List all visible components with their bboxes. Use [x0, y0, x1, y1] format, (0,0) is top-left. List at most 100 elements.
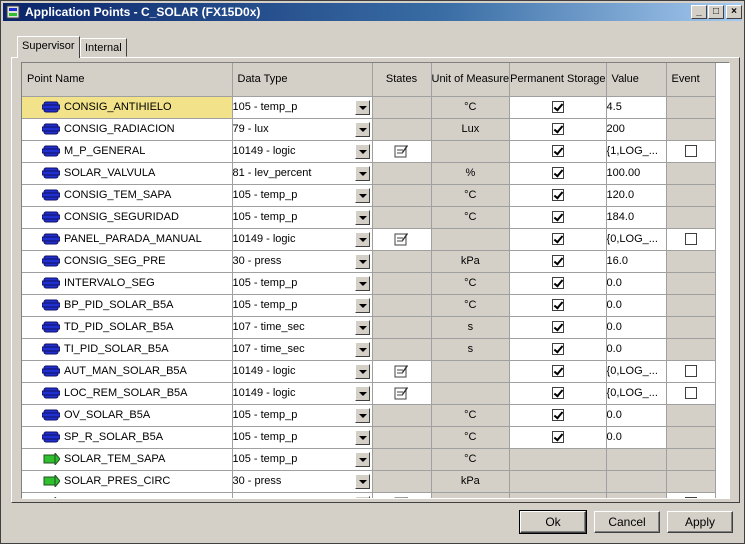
data-type-select[interactable]: 107 - time_sec	[232, 316, 373, 339]
permanent-storage-cell[interactable]	[509, 294, 607, 317]
value-cell[interactable]: 0.0	[606, 272, 667, 295]
states-cell[interactable]	[372, 140, 432, 163]
chevron-down-icon[interactable]	[354, 143, 370, 159]
point-name-cell[interactable]: CONSIG_SEGURIDAD	[22, 206, 233, 229]
cancel-button[interactable]: Cancel	[594, 511, 660, 533]
chevron-down-icon[interactable]	[354, 319, 370, 335]
point-name-cell[interactable]: SOLAR_PRES_CIRC	[22, 470, 233, 493]
value-cell[interactable]: 100.00	[606, 162, 667, 185]
permanent-storage-cell[interactable]	[509, 206, 607, 229]
value-cell[interactable]: 0.0	[606, 404, 667, 427]
permanent-storage-cell[interactable]	[509, 272, 607, 295]
col-permanent-storage[interactable]: Permanent Storage	[509, 63, 607, 97]
col-unit-of-measure[interactable]: Unit of Measure	[431, 63, 511, 97]
states-edit-icon[interactable]	[394, 232, 409, 246]
permanent-storage-cell[interactable]	[509, 426, 607, 449]
chevron-down-icon[interactable]	[354, 495, 370, 498]
permanent-storage-checkbox[interactable]	[551, 233, 564, 246]
point-name-cell[interactable]: CONSIG_TEM_SAPA	[22, 184, 233, 207]
close-button[interactable]: ×	[726, 5, 742, 19]
minimize-button[interactable]: _	[691, 5, 707, 19]
data-type-select[interactable]: 107 - time_sec	[232, 338, 373, 361]
chevron-down-icon[interactable]	[354, 429, 370, 445]
value-cell[interactable]: {0,LOG_...	[606, 228, 667, 251]
states-cell[interactable]	[372, 228, 432, 251]
table-row[interactable]: SOLAR_EST_BBA 10149 - logic	[22, 492, 716, 498]
permanent-storage-cell[interactable]	[509, 162, 607, 185]
permanent-storage-checkbox[interactable]	[551, 321, 564, 334]
states-cell[interactable]	[372, 360, 432, 383]
table-row[interactable]: CONSIG_RADIACION 79 - lux Lux 200	[22, 118, 716, 141]
value-cell[interactable]: {0,LOG_...	[606, 360, 667, 383]
table-row[interactable]: TD_PID_SOLAR_B5A 107 - time_sec s 0.0	[22, 316, 716, 339]
col-data-type[interactable]: Data Type	[232, 63, 373, 97]
event-cell[interactable]	[666, 492, 716, 498]
point-name-cell[interactable]: OV_SOLAR_B5A	[22, 404, 233, 427]
point-name-cell[interactable]: LOC_REM_SOLAR_B5A	[22, 382, 233, 405]
table-row[interactable]: CONSIG_SEG_PRE 30 - press kPa 16.0	[22, 250, 716, 273]
permanent-storage-checkbox[interactable]	[551, 189, 564, 202]
table-row[interactable]: SP_R_SOLAR_B5A 105 - temp_p °C 0.0	[22, 426, 716, 449]
table-row[interactable]: LOC_REM_SOLAR_B5A 10149 - logic {0,LOG_...	[22, 382, 716, 405]
value-cell[interactable]: 120.0	[606, 184, 667, 207]
permanent-storage-checkbox[interactable]	[551, 409, 564, 422]
point-name-cell[interactable]: INTERVALO_SEG	[22, 272, 233, 295]
data-type-select[interactable]: 81 - lev_percent	[232, 162, 373, 185]
chevron-down-icon[interactable]	[354, 297, 370, 313]
data-type-select[interactable]: 10149 - logic	[232, 360, 373, 383]
value-cell[interactable]: 4.5	[606, 96, 667, 119]
point-name-cell[interactable]: SOLAR_VALVULA	[22, 162, 233, 185]
value-cell[interactable]: {0,LOG_...	[606, 382, 667, 405]
permanent-storage-checkbox[interactable]	[551, 365, 564, 378]
table-row[interactable]: SOLAR_PRES_CIRC 30 - press kPa	[22, 470, 716, 493]
states-cell[interactable]	[372, 382, 432, 405]
permanent-storage-cell[interactable]	[509, 316, 607, 339]
permanent-storage-checkbox[interactable]	[551, 277, 564, 290]
chevron-down-icon[interactable]	[354, 473, 370, 489]
point-name-cell[interactable]: CONSIG_SEG_PRE	[22, 250, 233, 273]
event-checkbox[interactable]	[684, 365, 697, 378]
permanent-storage-checkbox[interactable]	[551, 145, 564, 158]
permanent-storage-cell[interactable]	[509, 96, 607, 119]
table-row[interactable]: AUT_MAN_SOLAR_B5A 10149 - logic {0,LOG_...	[22, 360, 716, 383]
table-row[interactable]: M_P_GENERAL 10149 - logic {1,LOG_...	[22, 140, 716, 163]
table-row[interactable]: OV_SOLAR_B5A 105 - temp_p °C 0.0	[22, 404, 716, 427]
permanent-storage-cell[interactable]	[509, 382, 607, 405]
col-point-name[interactable]: Point Name	[22, 63, 233, 97]
permanent-storage-cell[interactable]	[509, 338, 607, 361]
chevron-down-icon[interactable]	[354, 187, 370, 203]
permanent-storage-cell[interactable]	[509, 404, 607, 427]
data-type-select[interactable]: 79 - lux	[232, 118, 373, 141]
point-name-cell[interactable]: CONSIG_RADIACION	[22, 118, 233, 141]
permanent-storage-checkbox[interactable]	[551, 101, 564, 114]
tab-supervisor[interactable]: Supervisor	[17, 36, 80, 58]
point-name-cell[interactable]: M_P_GENERAL	[22, 140, 233, 163]
event-checkbox[interactable]	[684, 233, 697, 246]
permanent-storage-cell[interactable]	[509, 228, 607, 251]
permanent-storage-cell[interactable]	[509, 184, 607, 207]
value-cell[interactable]: {1,LOG_...	[606, 140, 667, 163]
maximize-button[interactable]: □	[708, 5, 724, 19]
value-cell[interactable]: 16.0	[606, 250, 667, 273]
chevron-down-icon[interactable]	[354, 209, 370, 225]
data-type-select[interactable]: 105 - temp_p	[232, 272, 373, 295]
chevron-down-icon[interactable]	[354, 451, 370, 467]
chevron-down-icon[interactable]	[354, 363, 370, 379]
permanent-storage-cell[interactable]	[509, 360, 607, 383]
permanent-storage-checkbox[interactable]	[551, 123, 564, 136]
chevron-down-icon[interactable]	[354, 341, 370, 357]
states-cell[interactable]	[372, 492, 432, 498]
data-type-select[interactable]: 105 - temp_p	[232, 426, 373, 449]
permanent-storage-cell[interactable]	[509, 118, 607, 141]
data-type-select[interactable]: 105 - temp_p	[232, 184, 373, 207]
data-type-select[interactable]: 10149 - logic	[232, 382, 373, 405]
data-type-select[interactable]: 30 - press	[232, 250, 373, 273]
permanent-storage-checkbox[interactable]	[551, 299, 564, 312]
data-type-select[interactable]: 105 - temp_p	[232, 404, 373, 427]
ok-button[interactable]: Ok	[519, 510, 587, 534]
data-type-select[interactable]: 10149 - logic	[232, 140, 373, 163]
point-name-cell[interactable]: TI_PID_SOLAR_B5A	[22, 338, 233, 361]
table-row[interactable]: BP_PID_SOLAR_B5A 105 - temp_p °C 0.0	[22, 294, 716, 317]
chevron-down-icon[interactable]	[354, 165, 370, 181]
permanent-storage-checkbox[interactable]	[551, 255, 564, 268]
